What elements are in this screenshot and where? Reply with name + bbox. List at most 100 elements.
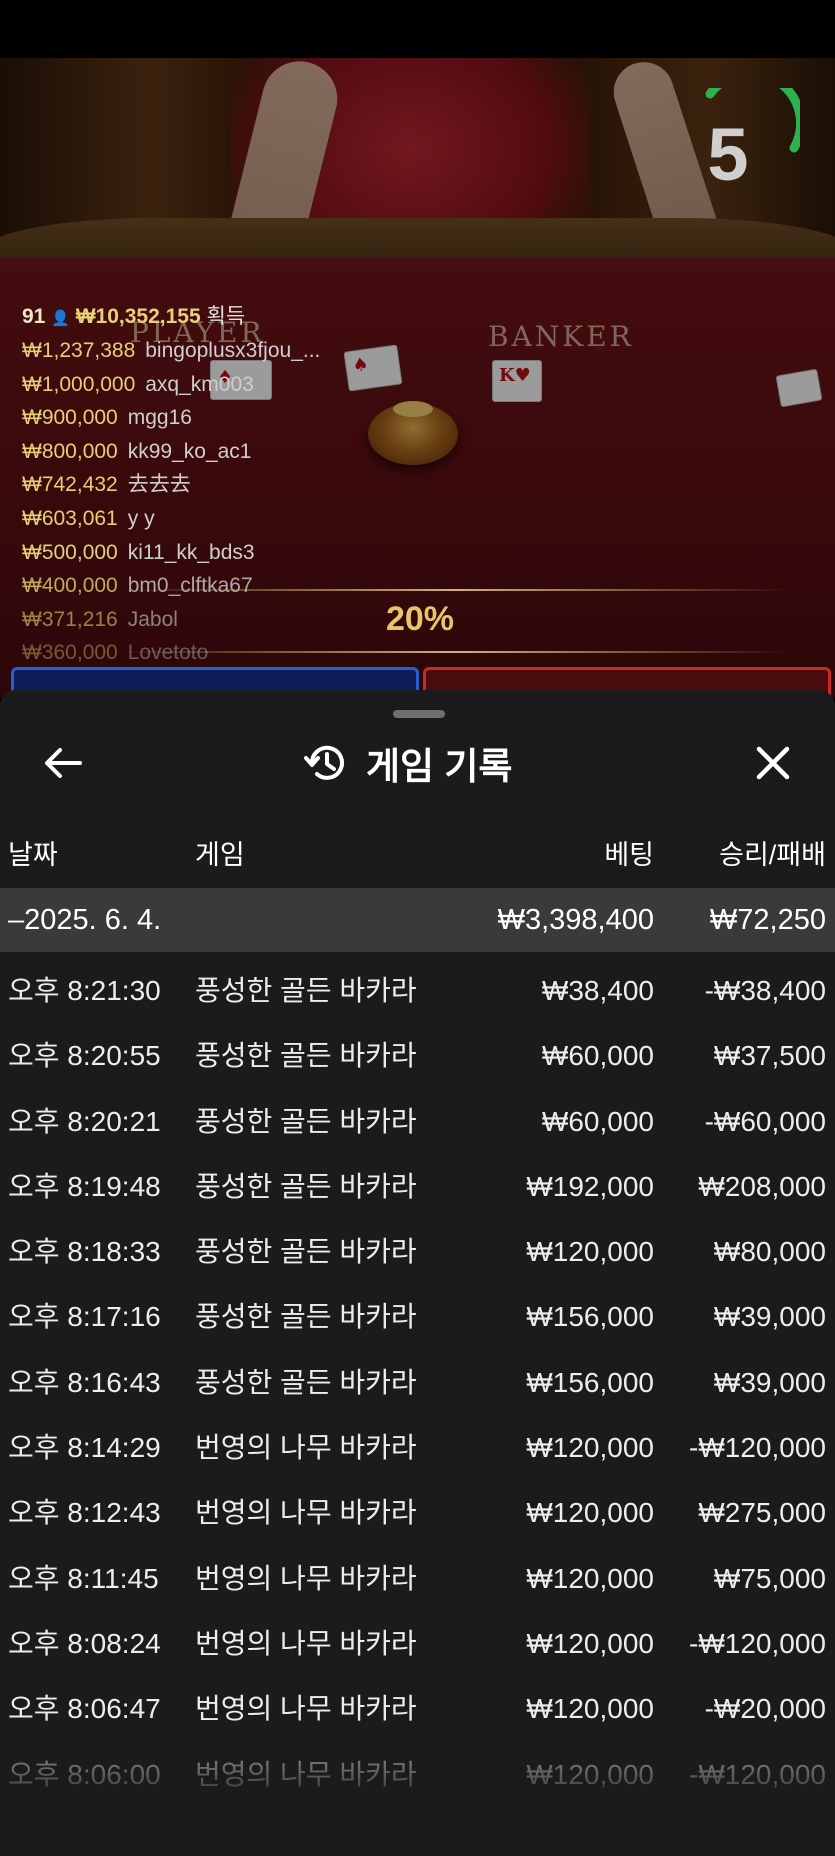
- column-header-date: 날짜: [8, 840, 58, 870]
- row-time: 오후 8:17:16: [8, 1301, 161, 1333]
- row-result: ₩37,500: [713, 1040, 826, 1072]
- table-row[interactable]: 오후 8:18:33 풍성한 골든 바카라 ₩120,000 ₩80,000: [0, 1219, 835, 1284]
- table-row[interactable]: 오후 8:08:24 번영의 나무 바카라 ₩120,000 -₩120,000: [0, 1611, 835, 1676]
- leaderboard-entry: ₩800,000 kk99_ko_ac1: [22, 435, 320, 469]
- row-time: 오후 8:08:24: [8, 1627, 161, 1659]
- entry-name: bm0_clftka67: [127, 574, 253, 598]
- row-result: ₩208,000: [698, 1170, 826, 1202]
- table-row[interactable]: 오후 8:21:30 풍성한 골든 바카라 ₩38,400 -₩38,400: [0, 958, 835, 1023]
- row-bet: ₩60,000: [541, 1105, 654, 1137]
- panel-title: 게임 기록: [366, 746, 513, 787]
- entry-name: kk99_ko_ac1: [127, 439, 252, 463]
- back-button[interactable]: [40, 740, 86, 786]
- table-row[interactable]: 오후 8:19:48 풍성한 골든 바카라 ₩192,000 ₩208,000: [0, 1154, 835, 1219]
- close-icon: [756, 746, 790, 780]
- status-bar: [0, 0, 835, 58]
- user-icon: 👤: [51, 310, 70, 327]
- row-result: ₩75,000: [713, 1562, 826, 1594]
- entry-amount: ₩800,000: [22, 439, 118, 463]
- total-winnings: ₩10,352,155: [75, 305, 201, 328]
- scroll-fade: [0, 1760, 835, 1856]
- row-result: -₩60,000: [704, 1105, 826, 1137]
- row-bet: ₩120,000: [526, 1627, 654, 1659]
- row-time: 오후 8:16:43: [8, 1366, 161, 1398]
- row-game: 번영의 나무 바카라: [195, 1562, 417, 1594]
- entry-name: mgg16: [127, 406, 192, 430]
- entry-name: bingoplusx3fjou_...: [145, 339, 321, 362]
- leaderboard-entry: ₩603,061 y y: [22, 502, 320, 536]
- column-header-result: 승리/패배: [719, 840, 826, 870]
- table-row[interactable]: 오후 8:17:16 풍성한 골든 바카라 ₩156,000 ₩39,000: [0, 1284, 835, 1349]
- row-time: 오후 8:19:48: [8, 1170, 161, 1202]
- table-row[interactable]: 오후 8:14:29 번영의 나무 바카라 ₩120,000 -₩120,000: [0, 1415, 835, 1480]
- row-game: 풍성한 골든 바카라: [195, 1236, 417, 1268]
- entry-name: ki11_kk_bds3: [127, 540, 255, 564]
- player-count: 91: [22, 305, 46, 328]
- winners-leaderboard: 91 👤 ₩10,352,155 획득 ₩1,237,388 bingoplusx…: [22, 300, 320, 670]
- column-header-bet: 베팅: [604, 840, 654, 870]
- history-rows: 오후 8:21:30 풍성한 골든 바카라 ₩38,400 -₩38,400 오후 8…: [0, 958, 835, 1807]
- leaderboard-entry: ₩742,432 去去去: [22, 468, 320, 502]
- row-game: 풍성한 골든 바카라: [195, 1040, 417, 1072]
- leaderboard-entry: ₩360,000 Lovetoto: [22, 636, 320, 670]
- row-game: 풍성한 골든 바카라: [195, 1170, 417, 1202]
- entry-name: Jabol: [127, 607, 178, 631]
- row-game: 번영의 나무 바카라: [195, 1497, 417, 1529]
- row-result: -₩120,000: [689, 1432, 826, 1464]
- leaderboard-entry: ₩400,000 bm0_clftka67: [22, 569, 320, 603]
- entry-amount: ₩500,000: [22, 540, 118, 564]
- row-bet: ₩120,000: [526, 1432, 654, 1464]
- table-row[interactable]: 오후 8:06:47 번영의 나무 바카라 ₩120,000 -₩20,000: [0, 1676, 835, 1741]
- leaderboard-entry: ₩1,000,000 axq_km003: [22, 368, 320, 402]
- date-group-row[interactable]: –2025. 6. 4. ₩3,398,400 ₩72,250: [0, 888, 835, 952]
- row-bet: ₩120,000: [526, 1562, 654, 1594]
- history-icon: [304, 745, 344, 780]
- table-row[interactable]: 오후 8:16:43 풍성한 골든 바카라 ₩156,000 ₩39,000: [0, 1350, 835, 1415]
- panel-header: 게임 기록: [304, 737, 512, 789]
- entry-amount: ₩1,237,388: [22, 339, 136, 362]
- drag-handle[interactable]: [393, 710, 445, 718]
- entry-name: y y: [127, 506, 155, 530]
- close-button[interactable]: [750, 740, 796, 786]
- leaderboard-entry: ₩371,216 Jabol: [22, 603, 320, 637]
- row-time: 오후 8:20:21: [8, 1105, 161, 1137]
- row-bet: ₩60,000: [541, 1040, 654, 1072]
- row-game: 번영의 나무 바카라: [195, 1627, 417, 1659]
- date-group-result-total: ₩72,250: [709, 904, 826, 936]
- row-bet: ₩120,000: [526, 1693, 654, 1725]
- entry-amount: ₩1,000,000: [22, 372, 136, 396]
- row-bet: ₩120,000: [526, 1236, 654, 1268]
- entry-amount: ₩360,000: [22, 641, 118, 665]
- leaderboard-entry: ₩500,000 ki11_kk_bds3: [22, 536, 320, 570]
- row-game: 풍성한 골든 바카라: [195, 1366, 417, 1398]
- row-time: 오후 8:12:43: [8, 1497, 161, 1529]
- row-game: 풍성한 골든 바카라: [195, 1105, 417, 1137]
- entry-amount: ₩371,216: [22, 607, 118, 631]
- date-group-date: –2025. 6. 4.: [8, 904, 162, 936]
- date-group-bet-total: ₩3,398,400: [497, 904, 654, 936]
- row-game: 풍성한 골든 바카라: [195, 975, 417, 1006]
- entry-amount: ₩400,000: [22, 574, 118, 598]
- row-time: 오후 8:11:45: [8, 1562, 159, 1594]
- table-row[interactable]: 오후 8:20:21 풍성한 골든 바카라 ₩60,000 -₩60,000: [0, 1089, 835, 1154]
- column-header-game: 게임: [195, 840, 245, 870]
- winnings-label: 획득: [206, 305, 246, 328]
- entry-amount: ₩900,000: [22, 406, 118, 430]
- row-time: 오후 8:21:30: [8, 975, 161, 1006]
- countdown-number: 5: [707, 113, 749, 196]
- table-row[interactable]: 오후 8:11:45 번영의 나무 바카라 ₩120,000 ₩75,000: [0, 1546, 835, 1611]
- leaderboard-header: 91 👤 ₩10,352,155 획득: [22, 300, 320, 334]
- table-row[interactable]: 오후 8:20:55 풍성한 골든 바카라 ₩60,000 ₩37,500: [0, 1023, 835, 1088]
- entry-name: axq_km003: [145, 372, 254, 396]
- row-bet: ₩156,000: [526, 1366, 654, 1398]
- entry-name: 去去去: [127, 473, 191, 497]
- arrow-left-icon: [45, 748, 82, 778]
- row-game: 풍성한 골든 바카라: [195, 1301, 417, 1333]
- row-time: 오후 8:06:47: [8, 1693, 161, 1725]
- entry-amount: ₩742,432: [22, 473, 118, 497]
- table-row[interactable]: 오후 8:12:43 번영의 나무 바카라 ₩120,000 ₩275,000: [0, 1480, 835, 1545]
- percent-badge: 20%: [385, 600, 455, 638]
- row-result: -₩20,000: [704, 1693, 826, 1725]
- row-game: 번영의 나무 바카라: [195, 1693, 417, 1725]
- divider-line: [120, 589, 790, 591]
